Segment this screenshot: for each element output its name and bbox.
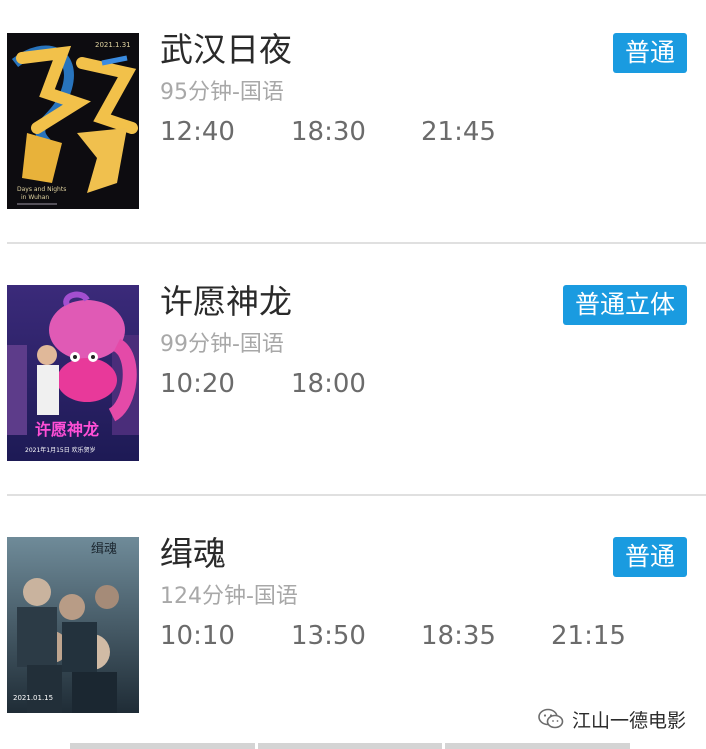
poster-date: 2021.1.31 xyxy=(95,41,131,49)
movie-poster[interactable]: 缉魂 2021.01.15 xyxy=(7,537,139,713)
tab-indicator xyxy=(257,743,443,749)
showtime[interactable]: 18:35 xyxy=(421,618,496,654)
showtime[interactable]: 13:50 xyxy=(291,618,366,654)
movie-poster[interactable]: 2021.1.31 Days and Nights in Wuhan xyxy=(7,33,139,209)
format-badge: 普通 xyxy=(612,537,687,577)
divider xyxy=(7,242,706,244)
poster-title: 缉魂 xyxy=(91,541,117,557)
account-watermark: 江山一德电影 xyxy=(538,704,686,734)
tab-indicator xyxy=(70,743,255,749)
poster-image-wish-dragon: 许愿神龙 2021年1月15日 欢乐贺岁 xyxy=(7,285,139,461)
watermark-text: 江山一德电影 xyxy=(571,709,686,732)
poster-image-wuhan: 2021.1.31 Days and Nights in Wuhan xyxy=(7,33,139,209)
wechat-icon xyxy=(538,708,564,729)
movie-title[interactable]: 缉魂 xyxy=(160,534,226,574)
format-badge: 普通 xyxy=(612,33,687,73)
poster-title: 许愿神龙 xyxy=(35,420,99,439)
movie-item[interactable]: 许愿神龙 2021年1月15日 欢乐贺岁 许愿神龙 99分钟-国语 10:20 … xyxy=(0,252,706,496)
movie-duration-language: 95分钟-国语 xyxy=(160,80,284,105)
showtime[interactable]: 21:15 xyxy=(551,618,626,654)
showtime[interactable]: 21:45 xyxy=(421,114,496,150)
showtime[interactable]: 18:30 xyxy=(291,114,366,150)
format-badge: 普通立体 xyxy=(562,285,687,325)
movie-duration-language: 124分钟-国语 xyxy=(160,584,298,609)
tab-indicator xyxy=(445,743,631,749)
svg-text:in Wuhan: in Wuhan xyxy=(21,194,49,201)
movie-item[interactable]: 2021.1.31 Days and Nights in Wuhan 武汉日夜 … xyxy=(0,0,706,244)
svg-text:Days and Nights: Days and Nights xyxy=(17,186,66,193)
poster-image-the-soul: 缉魂 2021.01.15 xyxy=(7,537,139,713)
showtime[interactable]: 18:00 xyxy=(291,366,366,402)
movie-poster[interactable]: 许愿神龙 2021年1月15日 欢乐贺岁 xyxy=(7,285,139,461)
poster-date: 2021年1月15日 欢乐贺岁 xyxy=(25,446,96,454)
bottom-tab-strip xyxy=(70,743,631,749)
showtime[interactable]: 10:20 xyxy=(160,366,235,402)
showtime[interactable]: 12:40 xyxy=(160,114,235,150)
movie-duration-language: 99分钟-国语 xyxy=(160,332,284,357)
movie-title[interactable]: 武汉日夜 xyxy=(160,30,292,70)
divider xyxy=(7,494,706,496)
poster-date: 2021.01.15 xyxy=(13,694,53,702)
movie-title[interactable]: 许愿神龙 xyxy=(160,282,292,322)
showtime[interactable]: 10:10 xyxy=(160,618,235,654)
